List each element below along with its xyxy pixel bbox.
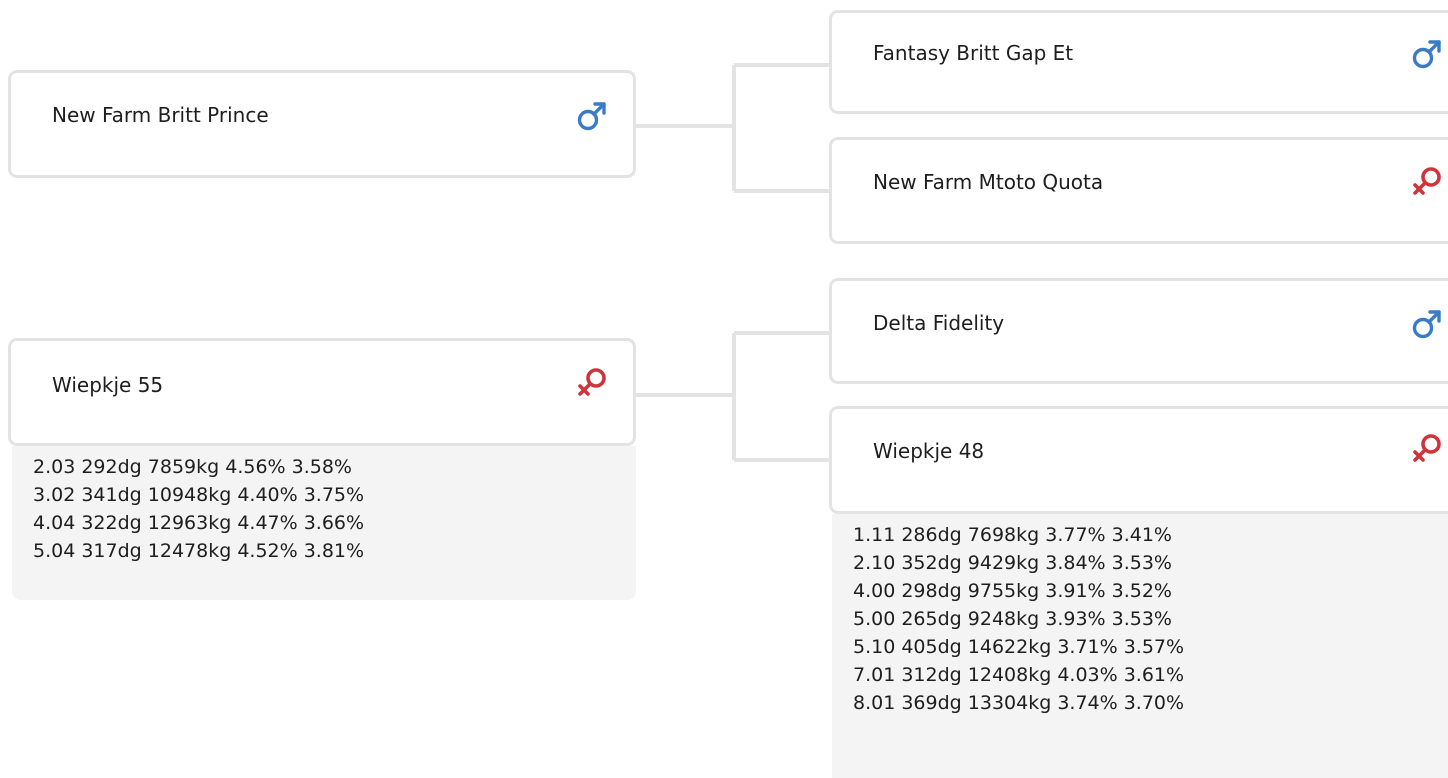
lactation-record: 3.02 341dg 10948kg 4.40% 3.75% (33, 484, 365, 506)
paternal-granddam-card[interactable]: New Farm Mtoto Quota (829, 137, 1448, 244)
lactation-record: 2.03 292dg 7859kg 4.56% 3.58% (33, 456, 352, 478)
dam-lactations: 2.03 292dg 7859kg 4.56% 3.58% 3.02 341dg… (12, 446, 636, 600)
lactation-record: 4.04 322dg 12963kg 4.47% 3.66% (33, 512, 365, 534)
male-icon (575, 99, 609, 133)
female-icon (1410, 164, 1444, 198)
sire-name: New Farm Britt Prince (52, 103, 269, 127)
lactation-record: 4.00 298dg 9755kg 3.91% 3.52% (853, 580, 1172, 602)
paternal-grandsire-card[interactable]: Fantasy Britt Gap Et (829, 10, 1448, 114)
female-icon (575, 365, 609, 399)
maternal-grandsire-card[interactable]: Delta Fidelity (829, 278, 1448, 384)
lactation-record: 2.10 352dg 9429kg 3.84% 3.53% (853, 552, 1172, 574)
maternal-granddam-card[interactable]: Wiepkje 48 (829, 406, 1448, 514)
lactation-record: 5.10 405dg 14622kg 3.71% 3.57% (853, 636, 1185, 658)
paternal-grandsire-name: Fantasy Britt Gap Et (873, 41, 1074, 65)
lactation-record: 8.01 369dg 13304kg 3.74% 3.70% (853, 692, 1185, 714)
paternal-granddam-name: New Farm Mtoto Quota (873, 170, 1104, 194)
maternal-granddam-name: Wiepkje 48 (873, 439, 985, 463)
lactation-record: 7.01 312dg 12408kg 4.03% 3.61% (853, 664, 1185, 686)
lactation-record: 5.00 265dg 9248kg 3.93% 3.53% (853, 608, 1172, 630)
male-icon (1410, 37, 1444, 71)
dam-name: Wiepkje 55 (52, 373, 164, 397)
male-icon (1410, 307, 1444, 341)
lactation-record: 1.11 286dg 7698kg 3.77% 3.41% (853, 524, 1172, 546)
maternal-granddam-lactations: 1.11 286dg 7698kg 3.77% 3.41% 2.10 352dg… (832, 514, 1448, 778)
lactation-record: 5.04 317dg 12478kg 4.52% 3.81% (33, 540, 365, 562)
female-icon (1410, 431, 1444, 465)
sire-card[interactable]: New Farm Britt Prince (8, 70, 636, 178)
maternal-grandsire-name: Delta Fidelity (873, 311, 1005, 335)
dam-card[interactable]: Wiepkje 55 (8, 338, 636, 446)
